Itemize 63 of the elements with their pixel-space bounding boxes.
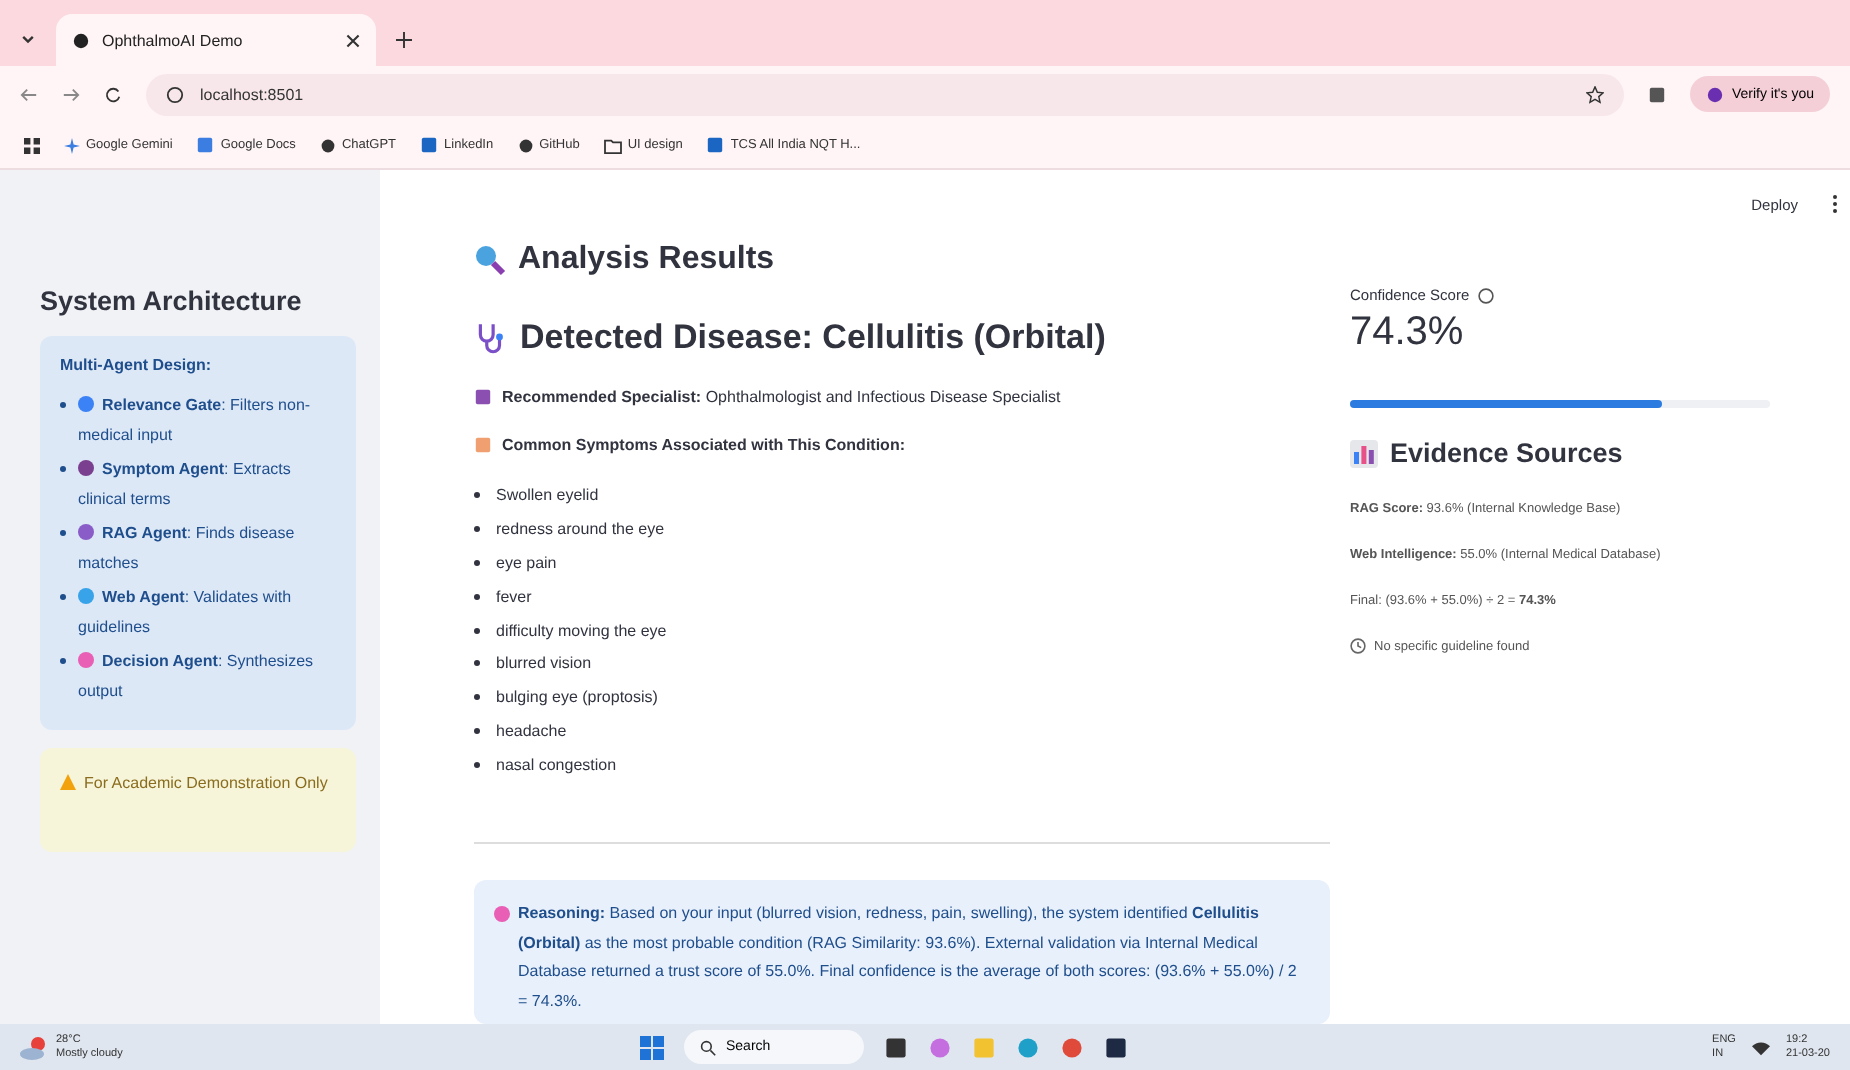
bullet-icon xyxy=(60,530,66,536)
symptom-item: difficulty moving the eye xyxy=(496,621,667,639)
clock-icon xyxy=(1350,638,1366,654)
agent-description: Web Agent: Validates with guidelines xyxy=(78,588,292,636)
star-icon[interactable] xyxy=(1585,85,1604,103)
bullet-icon xyxy=(474,660,480,667)
reasoning-text: Reasoning: Based on your input (blurred vision, redness, pain, swelling), the system identified Cellulitis (Orbital) as the most probable condition (RAG Similarity: 93.6%). External validation via Internal Medical Database returned a trust score of 55.0%. Final confidence is the average of both scores: (93.6% + 55.0%) / 2 = 74.3%. xyxy=(518,902,1299,1014)
bullet-icon xyxy=(474,559,480,566)
address-bar[interactable]: localhost:8501 xyxy=(146,73,1624,115)
avatar-icon xyxy=(1705,85,1724,103)
symptom-item: blurred vision xyxy=(496,654,592,673)
reload-icon[interactable] xyxy=(104,85,122,103)
agent-description: Symptom Agent: Extracts clinical terms xyxy=(78,460,291,508)
wifi-icon[interactable] xyxy=(1751,1039,1770,1055)
apps-grid-icon[interactable] xyxy=(24,137,40,153)
bullet-icon xyxy=(474,593,480,600)
sidebar-title: System Architecture xyxy=(40,286,304,316)
search-icon xyxy=(700,1039,716,1055)
symptom-item: headache xyxy=(496,722,567,741)
agent-description: Relevance Gate: Filters non-medical input xyxy=(78,396,311,444)
windows-start-icon[interactable] xyxy=(640,1035,664,1059)
symptom-item: redness around the eye xyxy=(496,519,665,538)
bullet-icon xyxy=(474,491,480,498)
symptom-item: fever xyxy=(496,587,532,606)
more-menu-icon[interactable] xyxy=(1832,194,1838,214)
bullet-icon xyxy=(60,402,66,408)
chevron-down-icon[interactable] xyxy=(20,32,36,48)
tab-title: OphthalmoAI Demo xyxy=(102,31,245,49)
browser-tab[interactable]: OphthalmoAI Demo xyxy=(56,14,376,66)
symptom-item: eye pain xyxy=(496,553,557,572)
bar-chart-icon xyxy=(1350,439,1378,467)
notice-text: For Academic Demonstration Only xyxy=(84,774,328,792)
plus-icon[interactable] xyxy=(396,32,412,48)
stethoscope-icon xyxy=(474,321,508,355)
bullet-icon xyxy=(474,728,480,735)
warning-icon xyxy=(60,774,76,790)
bullet-icon xyxy=(474,525,480,532)
evidence-title: Evidence Sources xyxy=(1390,438,1623,468)
bullet-icon xyxy=(60,466,66,472)
disease-heading: Detected Disease: Cellulitis (Orbital) xyxy=(520,318,1106,358)
design-heading: Multi-Agent Design: xyxy=(60,356,214,374)
help-icon[interactable] xyxy=(1477,287,1494,303)
bullet-icon xyxy=(474,627,480,633)
symptom-item: nasal congestion xyxy=(496,756,617,775)
specialist-text: Recommended Specialist: Ophthalmologist and Infectious Disease Specialist xyxy=(502,388,1061,406)
symptom-item: bulging eye (proptosis) xyxy=(496,688,658,707)
symptom-item: Swollen eyelid xyxy=(496,485,599,504)
page-title: Analysis Results xyxy=(518,242,775,278)
sparkle-icon xyxy=(64,137,80,153)
confidence-value: 74.3% xyxy=(1350,310,1466,356)
info-icon xyxy=(166,85,184,103)
close-icon[interactable] xyxy=(346,33,360,47)
agent-description: RAG Agent: Finds disease matches xyxy=(78,524,295,572)
agent-description: Decision Agent: Synthesizes output xyxy=(78,652,314,700)
back-icon[interactable] xyxy=(20,85,38,103)
weather-icon xyxy=(20,1035,48,1059)
bullet-icon xyxy=(60,658,66,664)
bullet-icon xyxy=(474,762,480,769)
magnifier-icon xyxy=(474,244,506,276)
symptoms-heading: Common Symptoms Associated with This Condition: xyxy=(502,436,905,454)
bullet-icon xyxy=(60,594,66,600)
forward-icon[interactable] xyxy=(62,85,80,103)
bullet-icon xyxy=(474,694,480,701)
